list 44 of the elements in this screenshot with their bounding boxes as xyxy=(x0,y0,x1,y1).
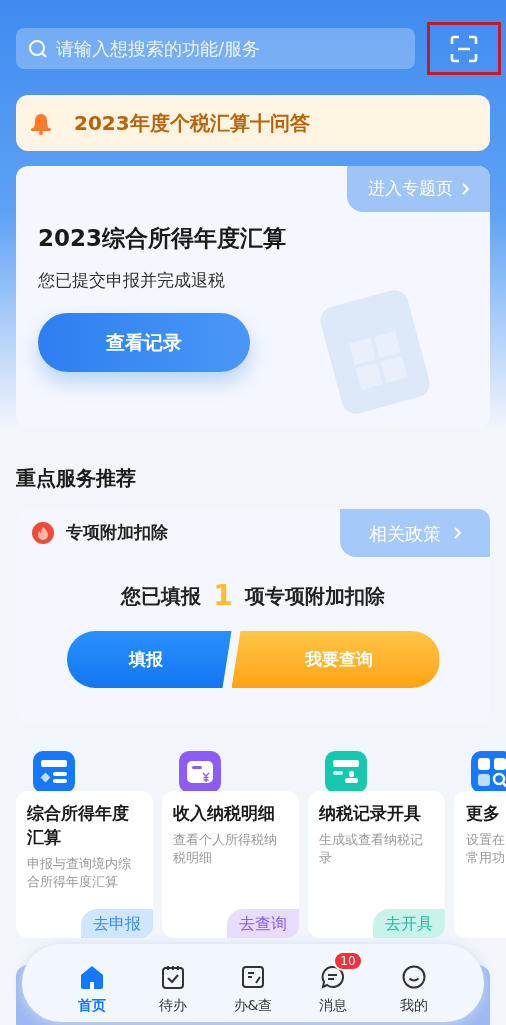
service-shortcut-card[interactable]: 纳税记录开具 生成或查看纳税记录 去开具 xyxy=(308,791,445,938)
flame-icon xyxy=(32,522,54,544)
shortcut-description: 常用功 xyxy=(466,849,506,867)
shortcut-description: 生成或查看纳税记录 xyxy=(319,831,424,867)
search-icon xyxy=(28,38,48,59)
shortcut-description: 申报与查询境内综合所得年度汇算 xyxy=(27,855,132,891)
notice-banner[interactable]: 2023年度个税汇算十问答 xyxy=(16,95,490,151)
wallet-icon xyxy=(179,751,221,793)
nav-tab[interactable]: 待办 xyxy=(142,950,203,1016)
nav-tab[interactable]: 首页 xyxy=(62,950,123,1016)
service-shortcut-card[interactable]: 收入纳税明细 查看个人所得税纳税明细 去查询 xyxy=(162,791,299,938)
service-shortcut-card[interactable]: 更多 设置在 常用功 xyxy=(454,791,506,938)
nav-tab[interactable]: 我的 xyxy=(383,950,444,1016)
chevron-right-icon xyxy=(460,182,470,196)
filled-prefix-text: 您已填报 xyxy=(121,583,202,610)
nav-tab[interactable]: 消息 10 xyxy=(303,950,364,1016)
shortcut-description: 设置在 xyxy=(466,831,506,849)
chevron-right-icon xyxy=(452,526,462,540)
shortcut-title: 更多 xyxy=(466,802,501,825)
shortcut-title: 综合所得年度汇算 xyxy=(27,802,130,849)
scan-icon xyxy=(450,34,478,63)
filled-suffix-text: 项专项附加扣除 xyxy=(244,583,385,610)
hero-subtitle: 您已提交申报并完成退税 xyxy=(38,268,226,292)
view-records-button[interactable]: 查看记录 xyxy=(38,313,250,372)
shortcut-action[interactable]: 去查询 xyxy=(227,909,299,938)
section-title: 重点服务推荐 xyxy=(16,465,137,492)
form-icon xyxy=(33,751,75,793)
grid-search-icon xyxy=(471,751,506,793)
deduction-count: 1 xyxy=(213,582,233,610)
search-input[interactable]: 请输入想搜索的功能/服务 xyxy=(56,35,403,62)
hero-title: 2023综合所得年度汇算 xyxy=(38,224,287,253)
service-title: 专项附加扣除 xyxy=(66,521,168,545)
search-field[interactable]: 请输入想搜索的功能/服务 xyxy=(16,28,415,69)
notice-text: 2023年度个税汇算十问答 xyxy=(74,110,310,137)
shortcut-title: 收入纳税明细 xyxy=(173,802,276,825)
fill-button[interactable]: 填报 xyxy=(66,631,232,688)
document-stamp-icon xyxy=(325,751,367,793)
shortcut-title: 纳税记录开具 xyxy=(319,802,422,825)
service-shortcut-card[interactable]: 综合所得年度汇算 申报与查询境内综合所得年度汇算 去申报 xyxy=(16,791,153,938)
scan-button[interactable] xyxy=(427,22,501,75)
unread-badge: 10 xyxy=(333,950,363,971)
nav-tab[interactable]: 办&查 xyxy=(222,950,283,1016)
shortcut-action[interactable]: 去申报 xyxy=(81,909,153,938)
shortcut-description: 查看个人所得税纳税明细 xyxy=(173,831,278,867)
